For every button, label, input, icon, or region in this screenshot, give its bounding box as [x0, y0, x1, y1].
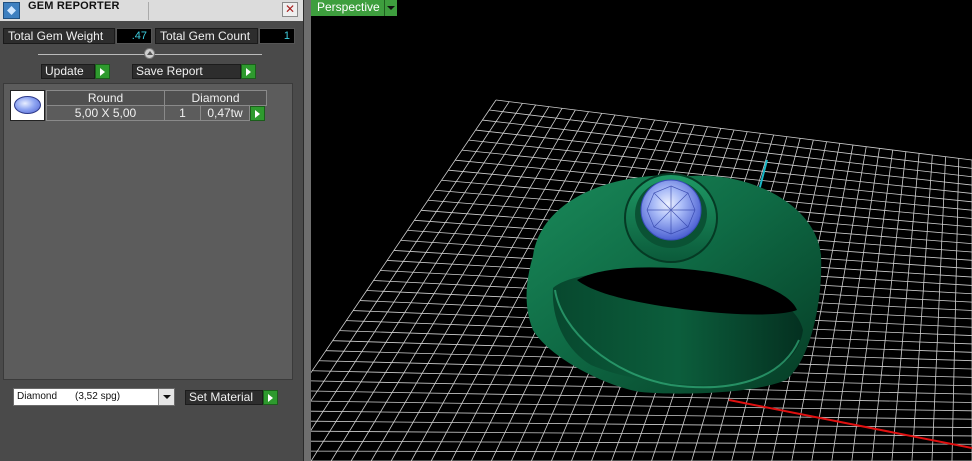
gem-material-header: Diamond [164, 90, 267, 106]
viewport-3d[interactable] [311, 0, 972, 461]
viewport-canvas [311, 99, 972, 461]
titlebar-divider [148, 2, 149, 20]
material-select[interactable]: Diamond (3,52 spg) [13, 388, 175, 406]
panel-titlebar: GEM REPORTER ✕ [0, 0, 303, 21]
gem-reporter-icon [3, 2, 20, 19]
x-axis-line [728, 399, 972, 449]
material-specific-gravity: (3,52 spg) [75, 391, 121, 402]
diamond-facets [646, 185, 696, 235]
ring-model [526, 173, 822, 394]
panel-splitter[interactable] [303, 0, 311, 461]
gem-weight-cell: 0,47tw [200, 105, 250, 121]
total-gem-weight-label: Total Gem Weight [3, 28, 115, 44]
gem-row-select-button[interactable] [250, 106, 265, 121]
grid-line [311, 400, 972, 412]
set-material-button[interactable] [263, 390, 278, 405]
grid-line [311, 99, 497, 374]
chevron-down-icon[interactable] [158, 389, 174, 405]
gem-count-cell: 1 [164, 105, 201, 121]
gem-reporter-panel: GEM REPORTER ✕ Total Gem Weight .47 Tota… [0, 0, 303, 461]
update-button[interactable] [95, 64, 110, 79]
set-material-button-label[interactable]: Set Material [185, 390, 263, 405]
grid-line [311, 103, 523, 431]
gem-shape-header: Round [46, 90, 165, 106]
panel-title: GEM REPORTER [28, 0, 120, 12]
close-button[interactable]: ✕ [282, 2, 298, 17]
panel-splitter-handle[interactable] [144, 48, 155, 59]
grid-line [311, 101, 510, 402]
total-gem-weight-value: .47 [116, 28, 152, 44]
save-report-button[interactable] [241, 64, 256, 79]
update-button-label[interactable]: Update [41, 64, 95, 79]
grid-line [311, 440, 972, 445]
save-report-button-label[interactable]: Save Report [132, 64, 241, 79]
view-mode-dropdown[interactable] [384, 0, 397, 16]
gem-list [3, 83, 293, 380]
total-gem-count-value: 1 [259, 28, 295, 44]
total-gem-count-label: Total Gem Count [155, 28, 258, 44]
grid-line [871, 151, 907, 461]
grid-line [311, 410, 972, 420]
gem-size-cell: 5,00 X 5,00 [46, 105, 165, 121]
round-diamond-icon [14, 96, 41, 114]
material-name: Diamond [17, 391, 58, 402]
grid-line [311, 390, 972, 403]
grid-line [311, 420, 972, 428]
gem-thumbnail[interactable] [10, 90, 45, 121]
view-mode-tab[interactable]: Perspective [311, 0, 384, 16]
